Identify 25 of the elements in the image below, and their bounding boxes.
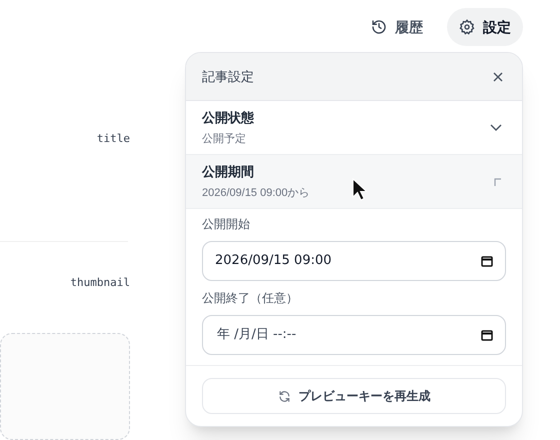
chevron-down-icon	[490, 124, 502, 132]
section-header[interactable]: 公開期間 2026/09/15 09:00から	[186, 155, 522, 209]
calendar-icon	[481, 255, 493, 267]
field-label: 公開終了（任意）	[202, 290, 299, 307]
regenerate-preview-key-button[interactable]: プレビューキーを再生成	[202, 378, 506, 414]
mouse-cursor-icon	[352, 178, 368, 202]
datetime-input[interactable]: 年 /月/日 --:--	[202, 315, 506, 355]
field-label: 公開開始	[202, 216, 251, 233]
section-summary: 2026/09/15 09:00から	[202, 186, 310, 200]
field-label: thumbnail	[70, 275, 130, 291]
field-label: title	[96, 131, 130, 147]
section-summary: 公開予定	[202, 132, 247, 146]
section-title: 公開期間	[202, 163, 255, 181]
close-icon	[492, 70, 504, 82]
datetime-input[interactable]: 2026/09/15 09:00	[202, 241, 506, 281]
toolbar-button[interactable]: 履歴	[359, 8, 435, 46]
refresh-icon	[278, 390, 290, 402]
section-title: 公開状態	[202, 109, 254, 127]
popover-title: 記事設定	[202, 68, 254, 86]
corner-icon	[494, 178, 502, 186]
history-icon	[371, 19, 387, 35]
calendar-icon	[481, 329, 493, 341]
section-header[interactable]: 公開状態 公開予定	[186, 101, 522, 155]
toolbar-button[interactable]: 設定	[447, 8, 523, 46]
settings-icon	[459, 19, 475, 35]
